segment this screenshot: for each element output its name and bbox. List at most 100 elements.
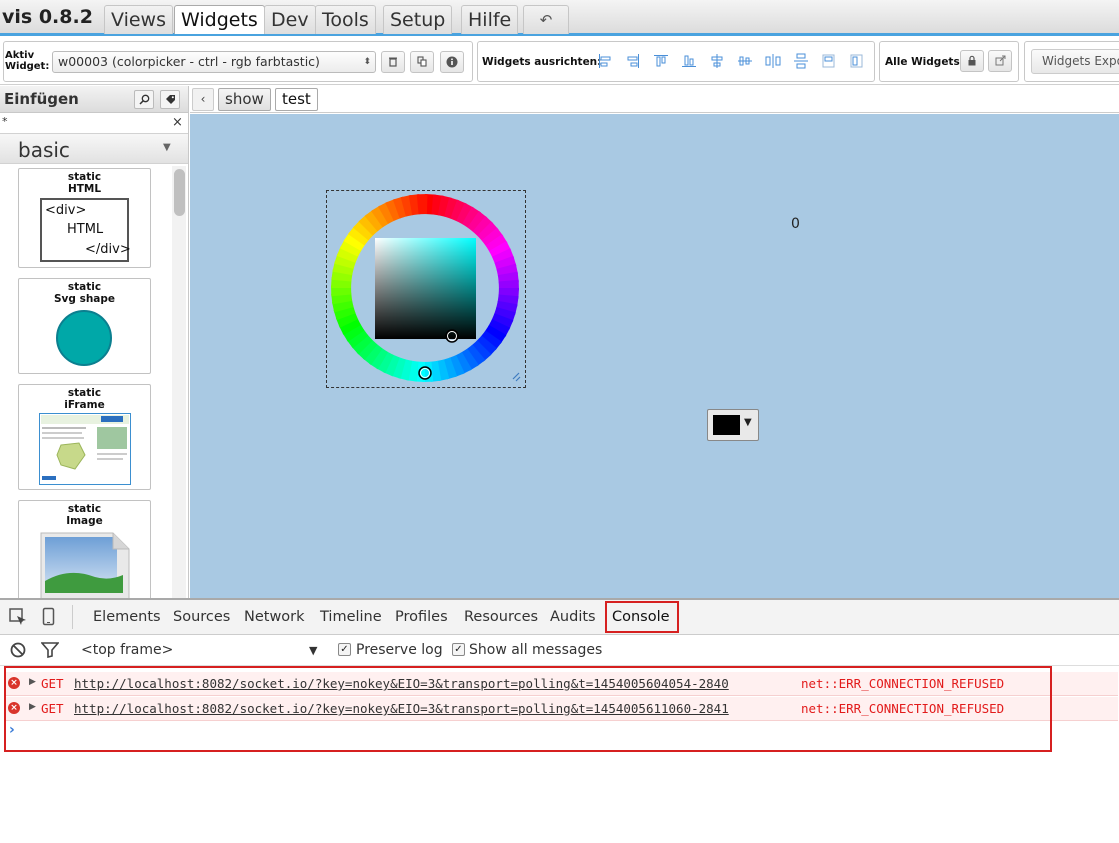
device-mode-button[interactable]: [42, 607, 56, 630]
devtools-tab-elements[interactable]: Elements: [93, 609, 161, 625]
devtools-tab-resources[interactable]: Resources: [464, 609, 538, 625]
resize-handle-icon[interactable]: [512, 372, 521, 382]
filter-clear-icon[interactable]: ×: [172, 115, 183, 130]
widget-select-value: w00003 (colorpicker - ctrl - rgb farbtas…: [58, 54, 320, 69]
view-tabs-bar: [190, 86, 1119, 113]
devtools-tab-audits[interactable]: Audits: [550, 609, 596, 625]
devtools-tab-timeline[interactable]: Timeline: [320, 609, 382, 625]
open-external-button[interactable]: [988, 50, 1012, 72]
insert-panel: Einfügen * × basic ▼ static HTML <div> H…: [0, 86, 189, 598]
distribute-vertical-icon[interactable]: [793, 53, 811, 71]
chevron-down-icon: ▼: [163, 142, 171, 153]
view-tab-show[interactable]: show: [218, 88, 271, 111]
color-swatch: [713, 415, 740, 435]
filter-button[interactable]: [40, 642, 60, 661]
console-tab-highlight: [605, 601, 679, 633]
lock-all-button[interactable]: [960, 50, 984, 72]
mobile-device-icon: [42, 607, 55, 626]
widget-card-static-html[interactable]: static HTML <div> HTML </div>: [18, 168, 151, 268]
align-top-icon[interactable]: [653, 53, 671, 71]
saturation-square-shade: [375, 238, 476, 339]
devtools-divider: [72, 605, 73, 629]
inspect-element-button[interactable]: [8, 607, 28, 630]
insert-panel-scroll-thumb[interactable]: [174, 169, 185, 216]
widget-info-button[interactable]: [440, 51, 464, 73]
filter-funnel-icon: [40, 642, 60, 659]
app-title: vis 0.8.2: [2, 6, 93, 28]
tab-widgets[interactable]: Widgets: [174, 5, 265, 34]
widget-card-static-image[interactable]: static Image: [18, 500, 151, 598]
undo-button[interactable]: ↶: [523, 5, 569, 34]
external-link-icon: [995, 55, 1005, 66]
active-widget-label-line2: Widget:: [5, 61, 50, 72]
devtools-tab-network[interactable]: Network: [244, 609, 305, 625]
tag-icon: [165, 95, 175, 104]
chevron-down-icon[interactable]: ▼: [309, 644, 317, 657]
widget-card-title: static Image: [19, 503, 150, 527]
html-preview-line: <div>: [45, 203, 87, 218]
copy-widget-button[interactable]: [410, 51, 434, 73]
devtools-tab-profiles[interactable]: Profiles: [395, 609, 448, 625]
align-label: Widgets ausrichten:: [482, 56, 602, 68]
preserve-log-label: Preserve log: [356, 642, 443, 658]
view-tab-test[interactable]: test: [275, 88, 318, 111]
insert-search-button[interactable]: [134, 90, 154, 109]
align-bottom-icon[interactable]: [681, 53, 699, 71]
category-select[interactable]: basic ▼: [0, 133, 188, 164]
widget-select[interactable]: w00003 (colorpicker - ctrl - rgb farbtas…: [52, 51, 376, 73]
insert-panel-scrollbar[interactable]: [172, 166, 186, 598]
distribute-horizontal-icon[interactable]: [765, 53, 783, 71]
search-icon: [138, 94, 149, 105]
info-icon: [446, 56, 458, 68]
tab-dev[interactable]: Dev: [264, 5, 316, 34]
widget-card-static-svg-shape[interactable]: static Svg shape: [18, 278, 151, 374]
align-right-icon[interactable]: [625, 53, 643, 71]
show-all-messages-checkbox[interactable]: ✓: [452, 643, 465, 656]
widget-card-name: iFrame: [64, 399, 105, 411]
trash-icon: [389, 57, 397, 67]
same-width-icon[interactable]: [821, 53, 839, 71]
clear-console-icon: [10, 642, 26, 658]
insert-panel-title: Einfügen: [4, 90, 79, 108]
farbtastic-wheel[interactable]: [327, 191, 525, 387]
color-select[interactable]: ▼: [707, 409, 759, 441]
widget-card-name: Svg shape: [53, 293, 116, 305]
chevron-down-icon: ▼: [744, 417, 752, 428]
html-preview-line: </div>: [85, 242, 131, 257]
select-arrows-icon: ⬍: [363, 57, 371, 67]
widget-card-static-iframe[interactable]: static iFrame: [18, 384, 151, 490]
align-vcenter-icon[interactable]: [709, 53, 727, 71]
widgets-export-button[interactable]: Widgets Expo: [1031, 49, 1119, 74]
hue-ring-segment: [416, 194, 428, 215]
tab-hilfe[interactable]: Hilfe: [461, 5, 519, 34]
lock-icon: [968, 55, 976, 66]
frame-select[interactable]: <top frame>: [81, 642, 173, 658]
tab-tools[interactable]: Tools: [315, 5, 376, 34]
value-label: 0: [791, 216, 800, 232]
align-left-icon[interactable]: [597, 53, 615, 71]
circle-shape-icon: [56, 310, 112, 366]
delete-widget-button[interactable]: [381, 51, 405, 73]
widget-card-category: static: [67, 281, 102, 293]
tab-setup[interactable]: Setup: [383, 5, 453, 34]
category-select-value: basic: [18, 138, 70, 162]
widget-card-name: HTML: [67, 183, 102, 195]
clear-console-button[interactable]: [9, 641, 27, 662]
devtools-tab-sources[interactable]: Sources: [173, 609, 230, 625]
show-all-messages-label: Show all messages: [469, 642, 603, 658]
insert-tag-button[interactable]: [160, 90, 180, 109]
widget-filter-input[interactable]: *: [2, 115, 8, 128]
same-height-icon[interactable]: [849, 53, 867, 71]
errors-highlight: [4, 666, 1052, 752]
undo-icon: ↶: [539, 11, 553, 29]
copy-icon: [417, 56, 427, 67]
align-hcenter-icon[interactable]: [737, 53, 755, 71]
colorpicker-widget[interactable]: [326, 190, 526, 388]
tab-views[interactable]: Views: [104, 5, 173, 34]
iframe-preview-icon: [39, 413, 131, 485]
widget-card-category: static: [67, 503, 102, 515]
widget-card-name: Image: [66, 515, 103, 527]
image-placeholder-icon: [40, 532, 130, 598]
preserve-log-checkbox[interactable]: ✓: [338, 643, 351, 656]
view-prev-button[interactable]: ‹: [192, 88, 214, 111]
